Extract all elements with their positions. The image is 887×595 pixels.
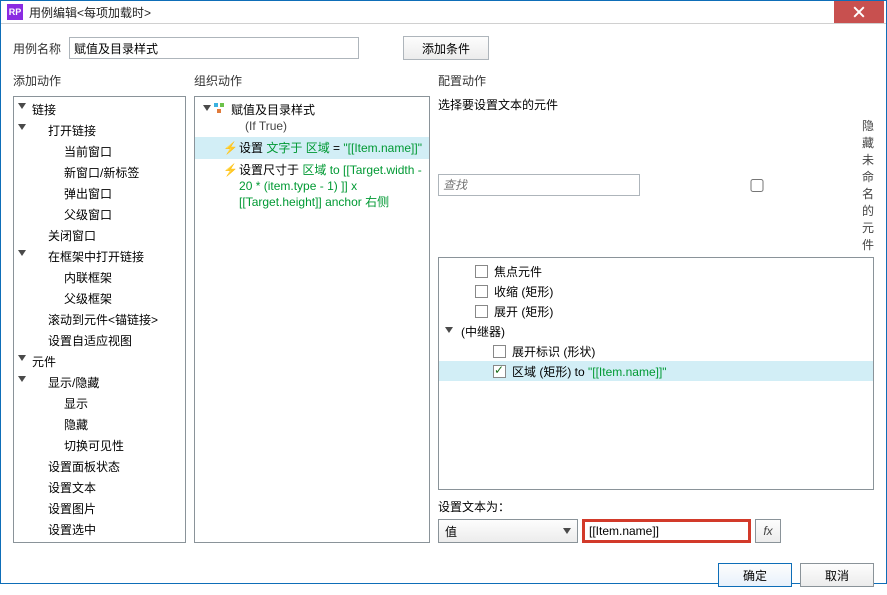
org-action-set-text[interactable]: ⚡ 设置 文字于 区域 = "[[Item.name]]" [195, 137, 429, 159]
caret-down-icon [18, 103, 26, 109]
tree-group-open-link[interactable]: 打开链接 [14, 120, 185, 141]
tree-group-widgets[interactable]: 元件 [14, 351, 185, 372]
configure-action-header: 配置动作 [438, 72, 874, 92]
choose-widget-label: 选择要设置文本的元件 [438, 96, 874, 113]
add-condition-button[interactable]: 添加条件 [403, 36, 489, 60]
lightning-icon: ⚡ [223, 140, 238, 156]
tree-group-show-hide[interactable]: 显示/隐藏 [14, 372, 185, 393]
search-input[interactable] [438, 174, 640, 196]
configure-body: 选择要设置文本的元件 隐藏未命名的元件 焦点元件 收缩 (矩形) 展开 (矩形)… [438, 96, 874, 543]
case-name-input[interactable] [69, 37, 359, 59]
app-icon: RP [7, 4, 23, 20]
tree-item-new-window[interactable]: 新窗口/新标签 [14, 162, 185, 183]
widget-area[interactable]: 区域 (矩形) to "[[Item.name]]" [439, 361, 873, 381]
caret-down-icon [18, 250, 26, 256]
organize-action-column: 组织动作 赋值及目录样式 (If True) ⚡ 设置 文字于 区域 = "[[… [194, 72, 430, 543]
caret-down-icon [18, 355, 26, 361]
case-icon [213, 102, 225, 114]
tree-item-inline-frame[interactable]: 内联框架 [14, 267, 185, 288]
tree-group-links[interactable]: 链接 [14, 99, 185, 120]
tree-item-set-image[interactable]: 设置图片 [14, 498, 185, 519]
case-name-label: 用例名称 [13, 40, 61, 57]
checkbox-icon[interactable] [493, 345, 506, 358]
search-row: 隐藏未命名的元件 [438, 117, 874, 257]
caret-down-icon [445, 327, 453, 333]
tree-group-open-in-frame[interactable]: 在框架中打开链接 [14, 246, 185, 267]
checkbox-icon[interactable] [475, 265, 488, 278]
cancel-button[interactable]: 取消 [800, 563, 874, 587]
tree-item-current-window[interactable]: 当前窗口 [14, 141, 185, 162]
add-action-panel[interactable]: 链接 打开链接 当前窗口 新窗口/新标签 弹出窗口 父级窗口 关闭窗口 在框架中… [13, 96, 186, 543]
lightning-icon: ⚡ [223, 162, 238, 178]
tree-item-parent-window[interactable]: 父级窗口 [14, 204, 185, 225]
tree-item-toggle-visibility[interactable]: 切换可见性 [14, 435, 185, 456]
widget-tree[interactable]: 焦点元件 收缩 (矩形) 展开 (矩形) (中继器) 展开标识 (形状) 区域 … [438, 257, 874, 490]
set-text-label: 设置文本为： [438, 498, 874, 515]
widget-collapse[interactable]: 收缩 (矩形) [439, 281, 873, 301]
caret-down-icon [18, 124, 26, 130]
checkbox-icon[interactable] [475, 305, 488, 318]
caret-down-icon [203, 105, 211, 111]
widget-expand[interactable]: 展开 (矩形) [439, 301, 873, 321]
widget-repeater-group[interactable]: (中继器) [439, 321, 873, 341]
hide-unnamed-checkbox[interactable] [656, 179, 858, 192]
caret-down-icon [563, 528, 571, 534]
add-action-header: 添加动作 [13, 72, 186, 92]
checkbox-checked-icon[interactable] [493, 365, 506, 378]
fx-button[interactable]: fx [755, 519, 781, 543]
value-input[interactable] [582, 519, 751, 543]
organize-action-panel[interactable]: 赋值及目录样式 (If True) ⚡ 设置 文字于 区域 = "[[Item.… [194, 96, 430, 543]
add-action-column: 添加动作 链接 打开链接 当前窗口 新窗口/新标签 弹出窗口 父级窗口 关闭窗口… [13, 72, 186, 543]
close-button[interactable] [834, 1, 884, 23]
tree-item-hide[interactable]: 隐藏 [14, 414, 185, 435]
widget-focus[interactable]: 焦点元件 [439, 261, 873, 281]
tree-item-adaptive-view[interactable]: 设置自适应视图 [14, 330, 185, 351]
tree-item-close-window[interactable]: 关闭窗口 [14, 225, 185, 246]
tree-item-popup[interactable]: 弹出窗口 [14, 183, 185, 204]
value-row: 值 fx [438, 519, 874, 543]
footer: 确定 取消 [1, 555, 886, 595]
org-action-set-size[interactable]: ⚡ 设置尺寸于 区域 to [[Target.width - 20 * (ite… [195, 159, 429, 213]
org-case-row[interactable]: 赋值及目录样式 (If True) [195, 99, 429, 137]
checkbox-icon[interactable] [475, 285, 488, 298]
tree-item-panel-state[interactable]: 设置面板状态 [14, 456, 185, 477]
widget-expand-flag[interactable]: 展开标识 (形状) [439, 341, 873, 361]
window-title: 用例编辑<每项加载时> [29, 4, 834, 21]
close-icon [853, 6, 865, 18]
tree-item-set-selected[interactable]: 设置选中 [14, 519, 185, 540]
org-case-name: 赋值及目录样式 [225, 103, 315, 117]
dialog-window: RP 用例编辑<每项加载时> 用例名称 添加条件 添加动作 链接 打开链接 当前… [0, 0, 887, 584]
tree-item-show[interactable]: 显示 [14, 393, 185, 414]
value-type-dropdown[interactable]: 值 [438, 519, 578, 543]
tree-item-parent-frame[interactable]: 父级框架 [14, 288, 185, 309]
name-row: 用例名称 添加条件 [13, 36, 874, 60]
tree-item-set-text[interactable]: 设置文本 [14, 477, 185, 498]
organize-action-header: 组织动作 [194, 72, 430, 92]
tree-item-scroll-anchor[interactable]: 滚动到元件<锚链接> [14, 309, 185, 330]
columns: 添加动作 链接 打开链接 当前窗口 新窗口/新标签 弹出窗口 父级窗口 关闭窗口… [13, 72, 874, 543]
content-area: 用例名称 添加条件 添加动作 链接 打开链接 当前窗口 新窗口/新标签 弹出窗口… [1, 24, 886, 555]
titlebar: RP 用例编辑<每项加载时> [1, 1, 886, 24]
hide-unnamed-option[interactable]: 隐藏未命名的元件 [656, 117, 874, 253]
org-case-condition: (If True) [225, 118, 423, 134]
caret-down-icon [18, 376, 26, 382]
configure-action-column: 配置动作 选择要设置文本的元件 隐藏未命名的元件 焦点元件 收缩 (矩形) 展开… [438, 72, 874, 543]
ok-button[interactable]: 确定 [718, 563, 792, 587]
